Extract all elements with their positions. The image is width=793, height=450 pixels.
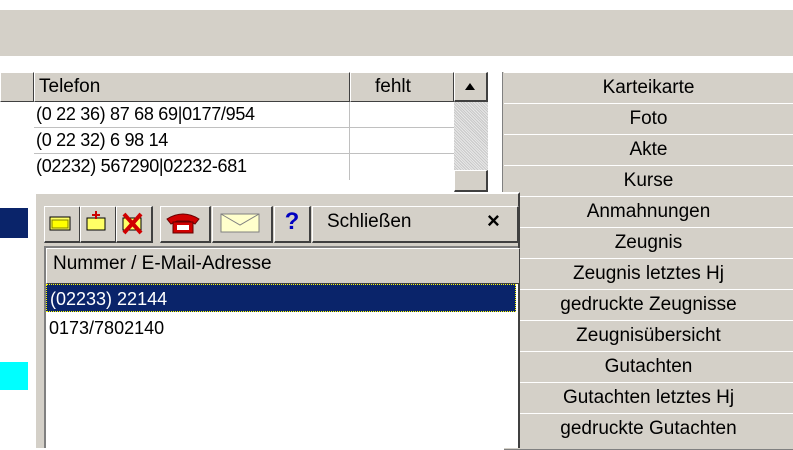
cell-telefon: (0 22 32) 6 98 14 bbox=[36, 130, 169, 150]
phone-icon bbox=[166, 213, 200, 234]
delete-icon bbox=[122, 212, 143, 235]
menu-item-gedruckte-zeugnisse[interactable]: gedruckte Zeugnisse bbox=[504, 289, 793, 322]
menu-item-karteikarte[interactable]: Karteikarte bbox=[504, 72, 793, 105]
column-header-telefon-label: Telefon bbox=[39, 76, 101, 97]
list-header[interactable]: Nummer / E-Mail-Adresse bbox=[46, 248, 520, 284]
grid-header-left[interactable] bbox=[0, 72, 34, 102]
delete-button[interactable] bbox=[116, 206, 153, 243]
cell-telefon: (02232) 567290|02232-681 bbox=[36, 156, 247, 176]
scroll-up-button[interactable] bbox=[454, 72, 488, 102]
menu-item-akte[interactable]: Akte bbox=[504, 134, 793, 167]
table-row[interactable]: (0 22 32) 6 98 14 bbox=[34, 128, 454, 154]
envelope-icon bbox=[220, 213, 260, 233]
scroll-thumb[interactable] bbox=[454, 170, 488, 192]
open-button[interactable] bbox=[44, 206, 81, 243]
close-popup-button[interactable]: Schließen × bbox=[312, 206, 519, 243]
help-button[interactable]: ? bbox=[274, 206, 311, 243]
row-color-marker bbox=[0, 362, 28, 390]
row-selection-marker[interactable] bbox=[0, 208, 28, 238]
new-folder-icon bbox=[86, 211, 106, 231]
help-icon: ? bbox=[284, 208, 300, 235]
folder-icon bbox=[49, 216, 71, 231]
menu-item-zeugnisuebersicht[interactable]: Zeugnisübersicht bbox=[504, 320, 793, 353]
menu-item-anmahnungen[interactable]: Anmahnungen bbox=[504, 196, 793, 229]
list-item[interactable]: 0173/7802140 bbox=[46, 314, 516, 342]
cell-divider bbox=[349, 128, 350, 154]
column-header-fehlt-label: fehlt bbox=[375, 76, 411, 97]
table-row[interactable]: (02232) 567290|02232-681 bbox=[34, 154, 454, 194]
new-entry-button[interactable] bbox=[80, 206, 117, 243]
cell-telefon: (0 22 36) 87 68 69|0177/954 bbox=[36, 104, 255, 124]
list-header-label: Nummer / E-Mail-Adresse bbox=[53, 253, 272, 274]
table-row[interactable]: (0 22 36) 87 68 69|0177/954 bbox=[34, 102, 454, 128]
cell-divider bbox=[349, 102, 350, 128]
list-item[interactable]: (02233) 22144 bbox=[46, 284, 516, 312]
cell-divider bbox=[349, 154, 350, 180]
column-header-fehlt[interactable]: fehlt bbox=[350, 72, 454, 102]
email-button[interactable] bbox=[212, 206, 273, 243]
menu-item-gedruckte-gutachten[interactable]: gedruckte Gutachten bbox=[504, 413, 793, 450]
call-button[interactable] bbox=[160, 206, 211, 243]
menu-item-kurse[interactable]: Kurse bbox=[504, 165, 793, 198]
menu-item-gutachten[interactable]: Gutachten bbox=[504, 351, 793, 384]
menu-item-gutachten-letztes-hj[interactable]: Gutachten letztes Hj bbox=[504, 382, 793, 415]
menu-item-foto[interactable]: Foto bbox=[504, 103, 793, 136]
menu-item-zeugnis-letztes-hj[interactable]: Zeugnis letztes Hj bbox=[504, 258, 793, 291]
column-header-telefon[interactable]: Telefon bbox=[34, 72, 350, 102]
toolbar-band bbox=[0, 10, 793, 56]
contact-list[interactable]: Nummer / E-Mail-Adresse (02233) 22144 01… bbox=[44, 246, 520, 448]
arrow-up-icon bbox=[465, 83, 475, 90]
menu-item-zeugnis[interactable]: Zeugnis bbox=[504, 227, 793, 260]
close-x-icon: × bbox=[487, 208, 500, 233]
close-popup-label: Schließen bbox=[327, 211, 412, 232]
